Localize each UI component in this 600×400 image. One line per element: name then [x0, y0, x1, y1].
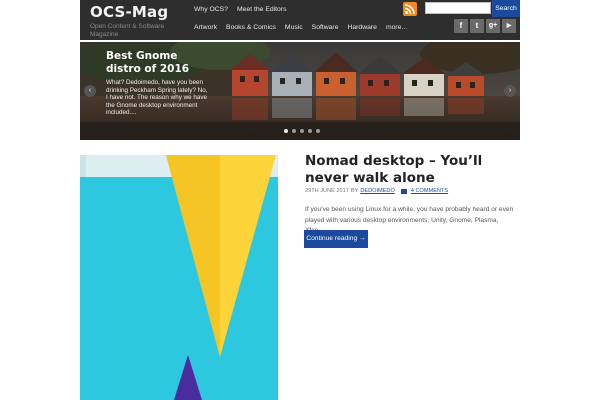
nav-item-music[interactable]: Music: [285, 20, 308, 36]
post-thumbnail[interactable]: [80, 155, 278, 400]
slide-excerpt: What? Dedoimedo, have you been drinking …: [106, 79, 208, 117]
search-button[interactable]: Search: [492, 0, 520, 17]
youtube-icon[interactable]: ▶: [502, 19, 516, 33]
post-thumbnail-image: [80, 155, 278, 400]
post-title[interactable]: Nomad desktop – You’ll never walk alone: [305, 153, 520, 186]
featured-slider: Best Gnome distro of 2016 What? Dedoimed…: [80, 42, 520, 140]
nav-item-software[interactable]: Software: [312, 20, 344, 36]
nav-item-books-comics[interactable]: Books & Comics: [226, 20, 281, 36]
nav-item-why-ocs[interactable]: Why OCS?: [194, 2, 233, 18]
site-header: OCS-Mag Open Content & Software Magazine…: [80, 0, 520, 40]
site-tagline: Open Content & Software Magazine: [90, 23, 165, 38]
top-nav: Why OCS? Meet the Editors: [194, 2, 296, 18]
slider-prev-button[interactable]: ‹: [84, 85, 96, 97]
post-by: BY: [350, 188, 359, 194]
slider-dot[interactable]: [300, 129, 304, 133]
slide-caption: Best Gnome distro of 2016 What? Dedoimed…: [106, 50, 210, 117]
post-meta: 29TH JUNE 2017 BY DEDOIMEDO 4 COMMENTS: [305, 188, 448, 194]
nav-item-hardware[interactable]: Hardware: [347, 20, 381, 36]
slider-dot[interactable]: [316, 129, 320, 133]
slider-dot[interactable]: [308, 129, 312, 133]
search-input[interactable]: [425, 2, 491, 14]
slider-dot[interactable]: [292, 129, 296, 133]
slider-dot[interactable]: [284, 129, 288, 133]
post-comments-link[interactable]: 4 COMMENTS: [411, 188, 448, 194]
slider-pagination: [284, 129, 320, 133]
twitter-icon[interactable]: t: [470, 19, 484, 33]
slider-next-button[interactable]: ›: [504, 85, 516, 97]
comment-icon: [400, 188, 407, 194]
google-plus-icon[interactable]: g+: [486, 19, 500, 33]
main-nav: Artwork Books & Comics Music Software Ha…: [194, 20, 416, 36]
post-date: 29TH JUNE 2017: [305, 188, 349, 194]
brand[interactable]: OCS-Mag Open Content & Software Magazine: [90, 2, 186, 39]
rss-icon[interactable]: [403, 2, 417, 16]
nav-item-artwork[interactable]: Artwork: [194, 20, 222, 36]
nav-item-more[interactable]: more...: [386, 20, 412, 36]
slide-title[interactable]: Best Gnome distro of 2016: [106, 50, 210, 76]
continue-reading-button[interactable]: Continue reading →: [304, 230, 368, 248]
post-author-link[interactable]: DEDOIMEDO: [360, 188, 395, 194]
facebook-icon[interactable]: f: [454, 19, 468, 33]
nav-item-meet-editors[interactable]: Meet the Editors: [237, 2, 292, 18]
site-title[interactable]: OCS-Mag: [90, 2, 186, 22]
